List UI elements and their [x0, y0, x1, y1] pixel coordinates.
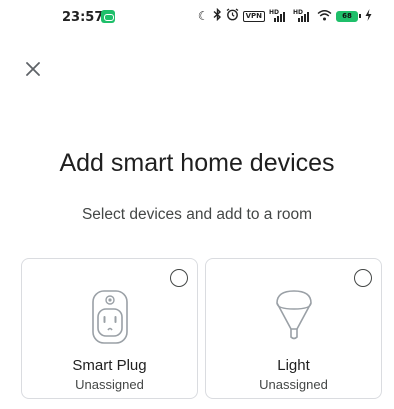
light-bulb-icon	[275, 290, 312, 340]
status-bar: 23:57 ☾ VPN HD HD 68	[0, 0, 394, 34]
page-subtitle: Select devices and add to a room	[81, 206, 313, 223]
charging-icon	[365, 8, 372, 24]
vpn-icon: VPN	[242, 10, 265, 22]
device-select-radio[interactable]	[170, 269, 188, 287]
device-status: Unassigned	[259, 377, 328, 392]
device-status: Unassigned	[75, 377, 144, 392]
signal-icon: HD	[269, 9, 289, 22]
status-time: 23:57	[62, 10, 104, 25]
signal-icon-2: HD	[293, 9, 313, 22]
device-card-smart-plug[interactable]: Smart Plug Unassigned	[21, 258, 198, 399]
close-button[interactable]	[20, 56, 46, 82]
close-icon	[26, 62, 40, 76]
moon-icon: ☾	[197, 9, 209, 23]
wifi-icon	[317, 9, 332, 24]
bluetooth-icon	[213, 7, 222, 24]
battery-icon: 68	[336, 10, 361, 22]
status-icons: ☾ VPN HD HD 68	[197, 7, 372, 24]
page-title: Add smart home devices	[59, 149, 335, 177]
app-notification-icon	[101, 10, 115, 23]
device-name: Smart Plug	[72, 357, 147, 374]
device-name: Light	[277, 357, 310, 374]
device-select-radio[interactable]	[354, 269, 372, 287]
alarm-icon	[226, 8, 239, 24]
smart-plug-icon	[91, 290, 128, 344]
device-card-light[interactable]: Light Unassigned	[205, 258, 382, 399]
